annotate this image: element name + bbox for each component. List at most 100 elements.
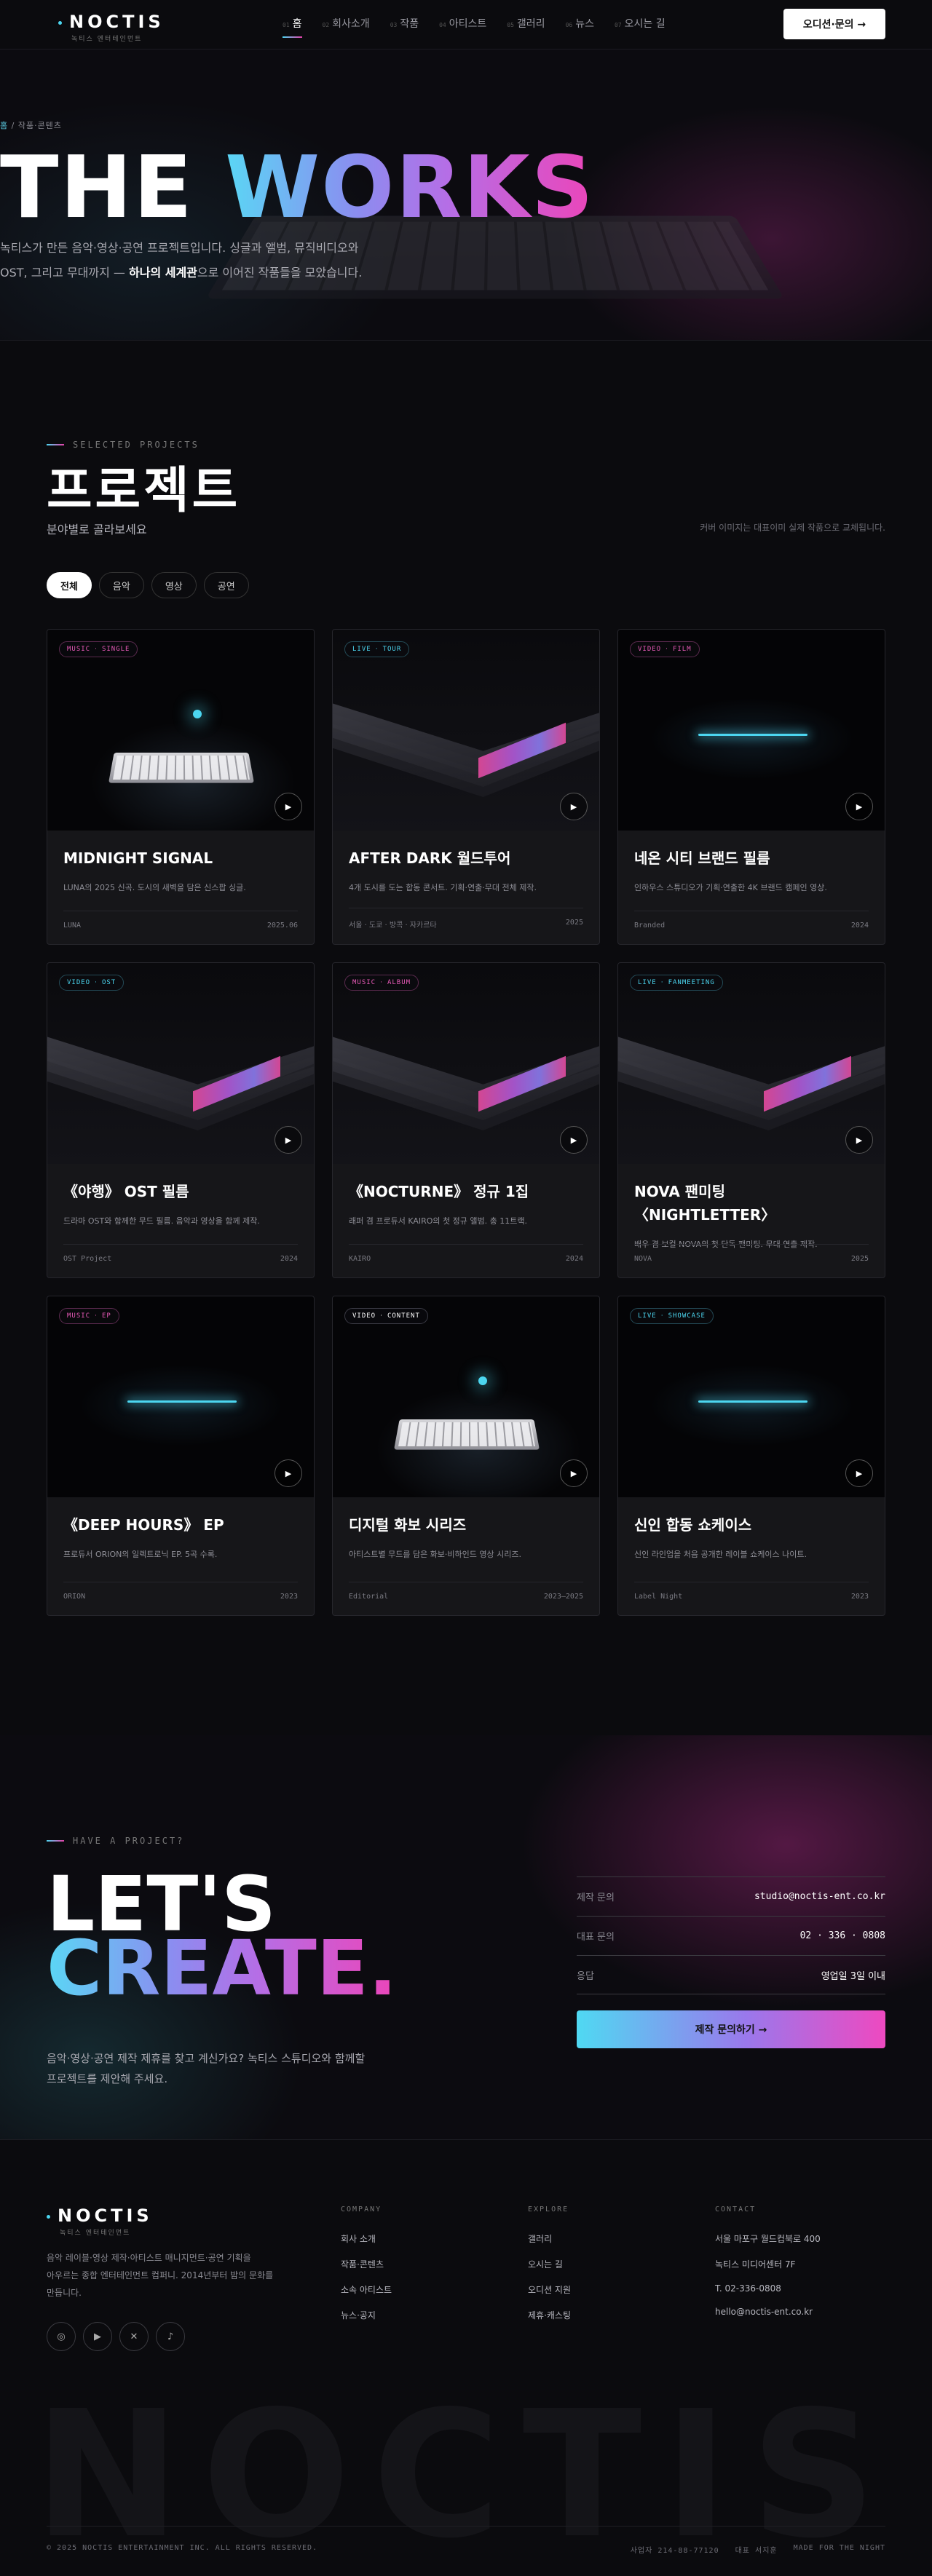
project-description: 4개 도시를 도는 합동 콘서트. 기획·연출·무대 전체 제작.: [349, 883, 537, 892]
category-tag: VIDEO · CONTENT: [344, 1308, 428, 1324]
logo-dot-icon: [58, 20, 62, 25]
project-title: MIDNIGHT SIGNAL: [63, 849, 213, 867]
footer-col-company: COMPANY 회사 소개 작품·콘텐츠 소속 아티스트 뉴스·공지: [341, 2206, 392, 2321]
footer-logo[interactable]: NOCTIS 녹티스 엔터테인먼트: [47, 2206, 153, 2237]
project-description: 래퍼 겸 프로듀서 KAIRO의 첫 정규 앨범. 총 11트랙.: [349, 1216, 527, 1226]
project-meta: NOVA 2025: [634, 1244, 869, 1263]
nav-home[interactable]: 01 홈: [283, 16, 302, 38]
play-icon[interactable]: ▶: [560, 1126, 588, 1154]
projects-subtitle: 분야별로 골라보세요: [47, 523, 147, 536]
project-title: 《DEEP HOURS》 EP: [63, 1516, 224, 1534]
project-card[interactable]: MUSIC · ALBUM ▶ 《NOCTURNE》 정규 1집 래퍼 겸 프로듀서…: [332, 962, 600, 1278]
nav-location[interactable]: 07 오시는 길: [615, 16, 666, 38]
footer-phone[interactable]: T. 02-336-0808: [715, 2283, 821, 2294]
filter-music[interactable]: 음악: [98, 572, 144, 598]
instagram-icon[interactable]: ◎: [47, 2322, 76, 2351]
nav-works[interactable]: 03 작품: [390, 16, 419, 38]
play-icon[interactable]: ▶: [275, 1126, 302, 1154]
project-description: LUNA의 2025 신곡. 도시의 새벽을 담은 신스팝 싱글.: [63, 883, 246, 892]
project-meta: Branded 2024: [634, 911, 869, 930]
category-tag: MUSIC · SINGLE: [59, 641, 138, 657]
category-tag: LIVE · FANMEETING: [630, 975, 723, 991]
footer-link[interactable]: 뉴스·공지: [341, 2309, 392, 2321]
project-description: 드라마 OST와 함께한 무드 필름. 음악과 영상을 함께 제작.: [63, 1216, 260, 1226]
logo-text: NOCTIS: [69, 12, 165, 32]
project-card[interactable]: VIDEO · OST ▶ 《야행》 OST 필름 드라마 OST와 함께한 무드 …: [47, 962, 315, 1278]
project-description: 인하우스 스튜디오가 기획·연출한 4K 브랜드 캠페인 영상.: [634, 883, 827, 892]
project-card[interactable]: VIDEO · CONTENT ▶ 디지털 화보 시리즈 아티스트별 무드를 담은 …: [332, 1296, 600, 1616]
nav-news[interactable]: 06 뉴스: [566, 16, 594, 38]
project-thumbnail: MUSIC · EP ▶: [47, 1296, 314, 1497]
project-card[interactable]: LIVE · SHOWCASE ▶ 신인 합동 쇼케이스 신인 라인업을 처음 공개…: [617, 1296, 885, 1616]
play-icon[interactable]: ▶: [845, 793, 873, 820]
social-links: ◎ ▶ ✕ ♪: [47, 2322, 185, 2351]
project-meta: Label Night 2023: [634, 1582, 869, 1601]
copyright: © 2025 NOCTIS ENTERTAINMENT INC. ALL RIG…: [47, 2544, 318, 2552]
filter-video[interactable]: 영상: [151, 572, 197, 598]
production-email-link[interactable]: studio@noctis-ent.co.kr: [754, 1891, 885, 1902]
project-card[interactable]: MUSIC · EP ▶ 《DEEP HOURS》 EP 프로듀서 ORION의 일…: [47, 1296, 315, 1616]
tiktok-icon[interactable]: ♪: [156, 2322, 185, 2351]
category-tag: LIVE · SHOWCASE: [630, 1308, 714, 1324]
play-icon[interactable]: ▶: [275, 793, 302, 820]
project-title: AFTER DARK 월드투어: [349, 849, 511, 867]
breadcrumb: 홈 / 작품·콘텐츠: [0, 119, 62, 131]
projects-eyebrow: SELECTED PROJECTS: [47, 440, 200, 450]
footer-link[interactable]: 제휴·캐스팅: [528, 2309, 571, 2321]
youtube-icon[interactable]: ▶: [83, 2322, 112, 2351]
project-thumbnail: LIVE · TOUR ▶: [333, 630, 599, 831]
main-phone-link[interactable]: 02 · 336 · 0808: [800, 1930, 885, 1941]
footer-link[interactable]: 갤러리: [528, 2232, 571, 2245]
footer-bottom-bar: © 2025 NOCTIS ENTERTAINMENT INC. ALL RIG…: [47, 2526, 885, 2555]
project-description: 아티스트별 무드를 담은 화보·비하인드 영상 시리즈.: [349, 1550, 521, 1559]
production-inquiry-button[interactable]: 제작 문의하기 →: [577, 2010, 885, 2048]
project-meta: LUNA 2025.06: [63, 911, 298, 930]
project-meta: ORION 2023: [63, 1582, 298, 1601]
project-card[interactable]: LIVE · TOUR ▶ AFTER DARK 월드투어 4개 도시를 도는 합동…: [332, 629, 600, 945]
footer-about: 음악 레이블·영상 제작·아티스트 매니지먼트·공연 기획을 아우르는 종합 엔터…: [47, 2253, 274, 2298]
x-icon[interactable]: ✕: [119, 2322, 149, 2351]
project-thumbnail: VIDEO · FILM ▶: [618, 630, 885, 831]
hero-description: 녹티스가 만든 음악·영상·공연 프로젝트입니다. 싱글과 앨범, 뮤직비디오와…: [0, 241, 363, 280]
project-thumbnail: MUSIC · SINGLE ▶: [47, 630, 314, 831]
nav-artists[interactable]: 04 아티스트: [439, 16, 486, 38]
nav-about[interactable]: 02 회사소개: [323, 16, 370, 38]
project-card[interactable]: MUSIC · SINGLE ▶ MIDNIGHT SIGNAL LUNA의 202…: [47, 629, 315, 945]
nav-gallery[interactable]: 05 갤러리: [507, 16, 545, 38]
project-meta: Editorial 2023–2025: [349, 1582, 583, 1601]
project-card[interactable]: LIVE · FANMEETING ▶ NOVA 팬미팅 〈NIGHTLETTER〉…: [617, 962, 885, 1278]
cta-eyebrow: HAVE A PROJECT?: [47, 1836, 184, 1846]
footer-link[interactable]: 회사 소개: [341, 2232, 392, 2245]
play-icon[interactable]: ▶: [560, 1459, 588, 1487]
filter-live[interactable]: 공연: [203, 572, 249, 598]
footer-link[interactable]: 오시는 길: [528, 2258, 571, 2270]
project-title: 신인 합동 쇼케이스: [634, 1516, 752, 1534]
filter-all[interactable]: 전체: [47, 572, 92, 598]
play-icon[interactable]: ▶: [560, 793, 588, 820]
footer-col-explore: EXPLORE 갤러리 오시는 길 오디션 지원 제휴·캐스팅: [528, 2206, 572, 2321]
play-icon[interactable]: ▶: [845, 1126, 873, 1154]
footer-email[interactable]: hello@noctis-ent.co.kr: [715, 2307, 821, 2317]
breadcrumb-home[interactable]: 홈: [0, 121, 8, 130]
audition-inquiry-button[interactable]: 오디션·문의 →: [783, 9, 885, 39]
site-footer: NOCTIS 녹티스 엔터테인먼트 음악 레이블·영상 제작·아티스트 매니지먼…: [0, 2140, 932, 2576]
project-thumbnail: LIVE · SHOWCASE ▶: [618, 1296, 885, 1497]
play-icon[interactable]: ▶: [845, 1459, 873, 1487]
project-meta: OST Project 2024: [63, 1244, 298, 1263]
project-thumbnail: VIDEO · CONTENT ▶: [333, 1296, 599, 1497]
filter-tabs: 전체 음악 영상 공연: [47, 572, 249, 598]
project-thumbnail: LIVE · FANMEETING ▶: [618, 963, 885, 1164]
project-card[interactable]: VIDEO · FILM ▶ 네온 시티 브랜드 필름 인하우스 스튜디오가 기획·…: [617, 629, 885, 945]
logo[interactable]: NOCTIS 녹티스 엔터테인먼트: [58, 12, 165, 43]
project-title: 《야행》 OST 필름: [63, 1183, 189, 1200]
category-tag: MUSIC · EP: [59, 1308, 119, 1324]
footer-link[interactable]: 작품·콘텐츠: [341, 2258, 392, 2270]
project-description: 신인 라인업을 처음 공개한 레이블 쇼케이스 나이트.: [634, 1550, 807, 1559]
cta-headline-2: CREATE.: [47, 1924, 398, 2013]
footer-link[interactable]: 소속 아티스트: [341, 2283, 392, 2296]
footer-col-contact: CONTACT 서울 마포구 월드컵북로 400 녹티스 미디어센터 7F T. 0…: [715, 2206, 821, 2317]
play-icon[interactable]: ▶: [275, 1459, 302, 1487]
contact-row-main: 대표 문의 02 · 336 · 0808: [577, 1916, 885, 1955]
footer-link[interactable]: 오디션 지원: [528, 2283, 571, 2296]
projects-note: 커버 이미지는 대표이미 실제 작품으로 교체됩니다.: [700, 523, 885, 533]
